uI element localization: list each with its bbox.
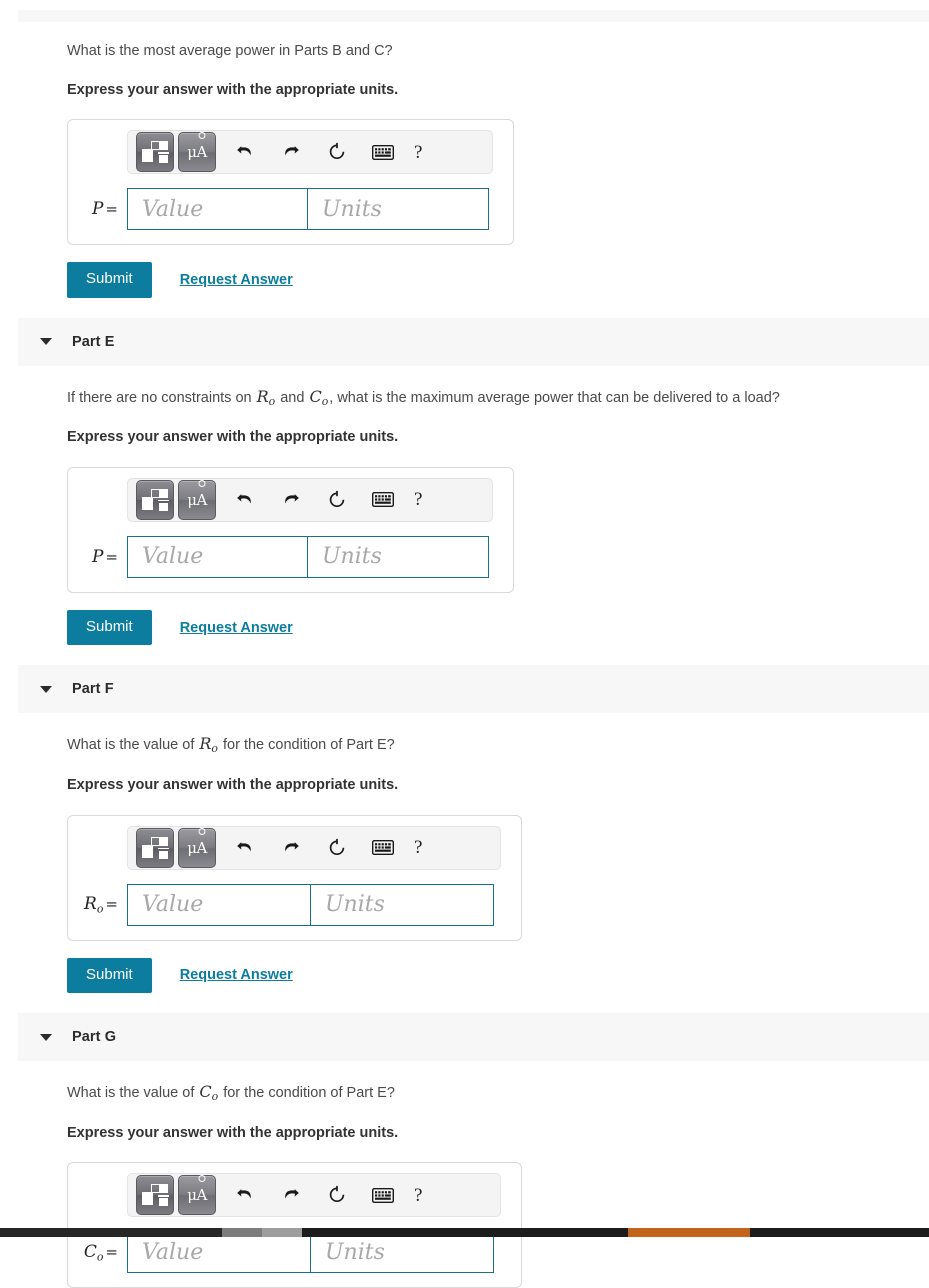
math-symbol-co-g: Co: [199, 1082, 219, 1104]
submit-button-e[interactable]: Submit: [67, 609, 152, 646]
help-icon[interactable]: ?: [414, 838, 422, 857]
keyboard-icon[interactable]: [368, 485, 398, 515]
part-section-e: If there are no constraints on Ro and Co…: [0, 366, 929, 646]
variable-label-f: Ro =: [84, 894, 118, 916]
submit-button-d[interactable]: Submit: [67, 262, 152, 298]
part-header-g[interactable]: Part G: [18, 1013, 929, 1062]
part-header-f[interactable]: Part F: [18, 665, 929, 714]
math-template-icon[interactable]: [136, 479, 174, 520]
help-icon[interactable]: ?: [414, 490, 422, 509]
request-answer-link-f[interactable]: Request Answer: [180, 967, 293, 983]
chevron-down-icon-e[interactable]: [40, 338, 52, 346]
question-text-d: What is the most average power in Parts …: [67, 43, 393, 59]
question-text-g: What is the value of Co for the conditio…: [67, 1082, 395, 1104]
part-title-e: Part E: [72, 333, 115, 350]
units-input-d[interactable]: Units: [307, 188, 489, 231]
chevron-down-icon-g[interactable]: [40, 1033, 52, 1041]
math-template-icon[interactable]: [136, 132, 174, 173]
reset-icon[interactable]: [322, 485, 352, 515]
value-input-e[interactable]: Value: [127, 535, 307, 578]
units-icon[interactable]: μA: [178, 827, 216, 868]
taskbar-segment-left: [0, 1228, 222, 1237]
part-header-e[interactable]: Part E: [18, 317, 929, 366]
undo-icon[interactable]: [230, 833, 260, 863]
units-instruction-d: Express your answer with the appropriate…: [67, 81, 399, 98]
chevron-down-icon-f[interactable]: [40, 685, 52, 693]
math-symbol-co-e: Co: [309, 386, 329, 408]
redo-icon[interactable]: [276, 1180, 306, 1210]
answer-input-row-d: P = Value Units: [80, 188, 501, 231]
value-input-g[interactable]: Value: [127, 1231, 310, 1274]
answer-input-row-g: Co = Value Units: [80, 1231, 509, 1274]
top-gray-band: [18, 10, 929, 22]
units-instruction-g: Express your answer with the appropriate…: [67, 1124, 399, 1141]
math-toolbar-e: μA ?: [127, 477, 493, 522]
request-answer-link-e[interactable]: Request Answer: [180, 620, 293, 636]
part-section-d-tail: What is the most average power in Parts …: [0, 22, 929, 298]
undo-icon[interactable]: [230, 137, 260, 167]
value-input-d[interactable]: Value: [127, 188, 307, 231]
math-template-icon[interactable]: [136, 1175, 174, 1216]
redo-icon[interactable]: [276, 137, 306, 167]
units-icon[interactable]: μA: [178, 132, 216, 173]
taskbar-segment-gray-light: [262, 1228, 302, 1237]
variable-label-e: P =: [91, 546, 118, 567]
variable-label-d: P =: [91, 199, 118, 220]
reset-icon[interactable]: [322, 1180, 352, 1210]
help-icon[interactable]: ?: [414, 143, 422, 162]
part-title-f: Part F: [72, 681, 114, 698]
undo-icon[interactable]: [230, 1180, 260, 1210]
undo-icon[interactable]: [230, 485, 260, 515]
part-section-f: What is the value of Ro for the conditio…: [0, 713, 929, 994]
variable-label-g: Co =: [83, 1241, 118, 1264]
os-taskbar: [0, 1228, 929, 1237]
math-template-icon[interactable]: [136, 827, 174, 868]
units-input-e[interactable]: Units: [307, 535, 489, 578]
question-text-e: If there are no constraints on Ro and Co…: [67, 386, 780, 408]
answer-box-g: μA ? Co = Value Units: [67, 1162, 522, 1288]
answer-input-row-f: Ro = Value Units: [80, 883, 509, 926]
keyboard-icon[interactable]: [368, 1180, 398, 1210]
redo-icon[interactable]: [276, 833, 306, 863]
reset-icon[interactable]: [322, 137, 352, 167]
submit-button-f[interactable]: Submit: [67, 957, 152, 994]
assignment-page: What is the most average power in Parts …: [0, 22, 929, 1288]
answer-input-row-e: P = Value Units: [80, 535, 501, 578]
submit-row-d: Submit Request Answer: [67, 262, 929, 298]
help-icon[interactable]: ?: [414, 1186, 422, 1205]
answer-box-d: μA ? P = Value Units: [67, 119, 514, 246]
value-input-f[interactable]: Value: [127, 883, 310, 926]
part-title-g: Part G: [72, 1029, 117, 1046]
question-text-f: What is the value of Ro for the conditio…: [67, 734, 395, 756]
reset-icon[interactable]: [322, 833, 352, 863]
units-input-g[interactable]: Units: [310, 1231, 494, 1274]
keyboard-icon[interactable]: [368, 137, 398, 167]
units-icon[interactable]: μA: [178, 479, 216, 520]
units-icon[interactable]: μA: [178, 1175, 216, 1216]
taskbar-segment-gray: [222, 1228, 262, 1237]
answer-box-f: μA ? Ro = Value Units: [67, 814, 522, 941]
keyboard-icon[interactable]: [368, 833, 398, 863]
part-section-g: What is the value of Co for the conditio…: [0, 1061, 929, 1288]
submit-row-e: Submit Request Answer: [67, 609, 929, 646]
units-input-f[interactable]: Units: [310, 883, 494, 926]
units-instruction-f: Express your answer with the appropriate…: [67, 777, 399, 794]
request-answer-link-d[interactable]: Request Answer: [180, 272, 293, 288]
math-toolbar-d: μA ?: [127, 130, 493, 175]
answer-box-e: μA ? P = Value Units: [67, 466, 514, 593]
units-instruction-e: Express your answer with the appropriate…: [67, 429, 399, 446]
math-toolbar-g: μA ?: [127, 1173, 501, 1218]
math-symbol-ro-e: Ro: [256, 386, 276, 408]
math-toolbar-f: μA ?: [127, 825, 501, 870]
redo-icon[interactable]: [276, 485, 306, 515]
math-symbol-ro-f: Ro: [199, 734, 218, 756]
submit-row-f: Submit Request Answer: [67, 957, 929, 994]
taskbar-active-app-indicator: [628, 1228, 750, 1237]
